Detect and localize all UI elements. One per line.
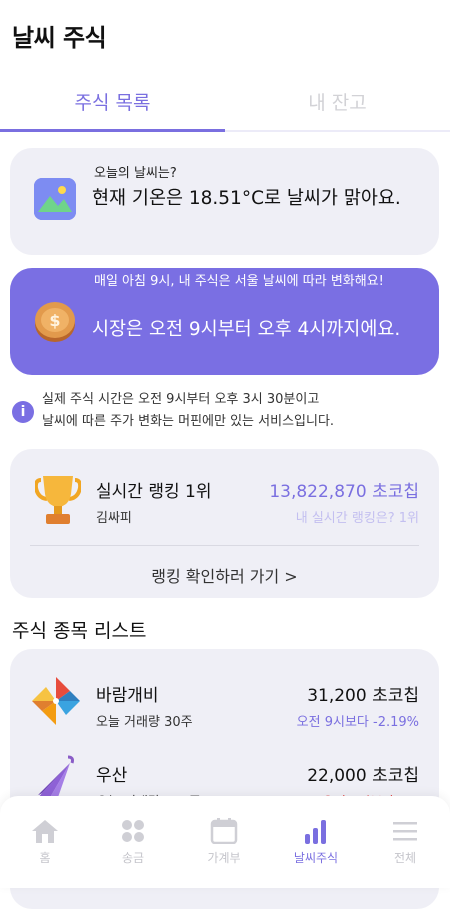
nav-home[interactable]: 홈 [0,796,90,888]
tab-divider [225,130,450,132]
notice: i 실제 주식 시간은 오전 9시부터 오후 3시 30분이고 날씨에 따른 주… [12,389,442,437]
ranking-card: 실시간 랭킹 1위 김싸피 13,822,870 초코칩 내 실시간 랭킹은? … [10,449,439,598]
stock-price: 31,200 초코칩 [307,686,419,706]
weather-temperature: 현재 기온은 18.51°C로 날씨가 맑아요. [92,188,401,209]
list-item[interactable]: 바람개비 오늘 거래량 30주 31,200 초코칩 오전 9시보다 -2.19… [10,673,439,753]
stock-name: 우산 [96,766,128,786]
check-ranking-link[interactable]: 랭킹 확인하러 가기 > [10,563,439,587]
calendar-icon [209,818,239,845]
svg-text:$: $ [49,311,60,330]
notice-text: 실제 주식 시간은 오전 9시부터 오후 3시 30분이고 날씨에 따른 주가 … [42,389,442,433]
nav-label: 가계부 [207,851,241,865]
coin-icon: $ [32,298,78,344]
market-hours-text: 시장은 오전 9시부터 오후 4시까지에요. [92,319,401,340]
market-info-text: 매일 아침 9시, 내 주식은 서울 날씨에 따라 변화해요! [94,274,384,289]
nav-label: 날씨주식 [293,851,339,865]
nav-label: 전체 [393,851,417,865]
divider [30,545,419,546]
active-tab-indicator [0,129,225,132]
ranking-user: 김싸피 [96,511,132,526]
nav-all[interactable]: 전체 [360,796,450,888]
menu-icon [390,818,420,844]
stock-name: 바람개비 [96,686,159,706]
trophy-icon [33,472,83,528]
notice-line-2: 날씨에 따른 주가 변화는 머핀에만 있는 서비스입니다. [42,414,335,429]
notice-line-1: 실제 주식 시간은 오전 9시부터 오후 3시 30분이고 [42,392,320,407]
tab-bar: 주식 목록 내 잔고 [0,78,450,132]
weather-question: 오늘의 날씨는? [94,166,177,181]
grid-icon [118,818,148,844]
bar-chart-icon [301,818,331,844]
ranking-amount: 13,822,870 초코칩 [269,482,419,502]
stock-change: 오전 9시보다 -2.19% [296,715,419,730]
image-landscape-icon [34,178,76,220]
ranking-title: 실시간 랭킹 1위 [96,482,212,502]
weather-card: 오늘의 날씨는? 현재 기온은 18.51°C로 날씨가 맑아요. [10,148,439,255]
nav-label: 홈 [39,851,51,865]
pinwheel-icon [28,673,84,729]
tab-stock-list[interactable]: 주식 목록 [0,88,225,115]
nav-account-book[interactable]: 가계부 [179,796,269,888]
home-icon [30,818,60,844]
bottom-navigation: 홈 송금 가계부 날씨주식 전체 [0,796,450,888]
nav-transfer[interactable]: 송금 [88,796,178,888]
page-title: 날씨 주식 [12,24,107,52]
tab-my-balance[interactable]: 내 잔고 [225,88,450,115]
market-hours-card: $ 매일 아침 9시, 내 주식은 서울 날씨에 따라 변화해요! 시장은 오전… [10,268,439,375]
info-icon: i [12,401,34,423]
stock-list-title: 주식 종목 리스트 [12,620,147,642]
nav-weather-stock[interactable]: 날씨주식 [271,796,361,888]
stock-volume: 오늘 거래량 30주 [96,715,193,730]
my-ranking: 내 실시간 랭킹은? 1위 [295,511,419,526]
nav-label: 송금 [121,851,145,865]
stock-price: 22,000 초코칩 [307,766,419,786]
